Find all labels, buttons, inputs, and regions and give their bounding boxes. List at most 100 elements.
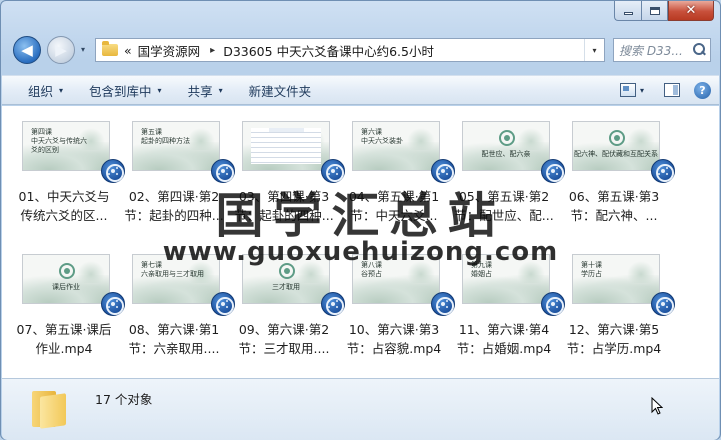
media-player-icon bbox=[541, 292, 565, 316]
course-logo-icon bbox=[59, 263, 75, 279]
mouse-cursor-icon bbox=[651, 397, 663, 415]
organize-button[interactable]: 组织 ▾ bbox=[2, 81, 76, 100]
breadcrumb-item[interactable]: D33605 中天六爻备课中心约6.5小时 bbox=[223, 41, 434, 60]
back-button[interactable]: ◀ bbox=[13, 36, 41, 64]
thumbnail-text: 第六课 中天六爻装卦 bbox=[361, 128, 403, 145]
search-box[interactable]: 搜索 D33... bbox=[613, 38, 711, 62]
thumbnail-text: 第十课 学历占 bbox=[581, 261, 602, 278]
file-item[interactable]: 第六课 中天六爻装卦 04、第五课·第1 节：中天六爻... bbox=[339, 115, 455, 237]
close-icon: ✕ bbox=[685, 3, 697, 18]
file-name: 11、第六课·第4 节：占婚姻.mp4 bbox=[456, 322, 552, 356]
video-thumbnail: 第九课 婚姻占 bbox=[462, 248, 565, 316]
breadcrumb-overflow[interactable]: « bbox=[124, 43, 132, 58]
view-options-dropdown[interactable]: ▾ bbox=[640, 86, 644, 95]
minimize-icon bbox=[623, 12, 633, 15]
video-thumbnail bbox=[242, 115, 345, 183]
caption-buttons: ✕ bbox=[614, 1, 714, 21]
include-in-library-button[interactable]: 包含到库中 ▾ bbox=[76, 81, 175, 100]
media-player-icon bbox=[321, 159, 345, 183]
file-name: 02、第四课·第2 节：起卦的四种... bbox=[124, 189, 224, 223]
chevron-down-icon: ▾ bbox=[157, 85, 162, 95]
file-item[interactable]: 配世应、配六亲 05、第五课·第2 节：配世应、配... bbox=[449, 115, 565, 237]
media-player-icon bbox=[651, 159, 675, 183]
media-player-icon bbox=[431, 292, 455, 316]
thumbnail-frame: 配世应、配六亲 bbox=[462, 121, 550, 171]
file-item[interactable]: 第八课 谷预占 10、第六课·第3 节：占容貌.mp4 bbox=[339, 248, 455, 370]
file-item[interactable]: 三才取用 09、第六课·第2 节：三才取用.... bbox=[229, 248, 345, 370]
details-pane: 17 个对象 bbox=[2, 378, 719, 440]
breadcrumb-separator[interactable]: ▸ bbox=[210, 45, 215, 56]
chevron-down-icon: ▾ bbox=[218, 85, 223, 95]
breadcrumb-item[interactable]: 国学资源网 bbox=[138, 41, 201, 60]
video-thumbnail: 第六课 中天六爻装卦 bbox=[352, 115, 455, 183]
thumbnail-text: 配世应、配六亲 bbox=[481, 150, 531, 158]
media-player-icon bbox=[651, 292, 675, 316]
command-bar: 组织 ▾ 包含到库中 ▾ 共享 ▾ 新建文件夹 ▾ ? bbox=[2, 75, 719, 105]
back-arrow-icon: ◀ bbox=[21, 41, 33, 59]
thumbnail-frame: 第八课 谷预占 bbox=[352, 254, 440, 304]
help-icon[interactable]: ? bbox=[694, 81, 711, 99]
thumbnail-frame: 配六神、配伏藏和互配关系 bbox=[572, 121, 660, 171]
file-item[interactable]: 第四课 中天六爻与传统六 爻的区别 01、中天六爻与 传统六爻的区... bbox=[9, 115, 125, 237]
new-folder-button[interactable]: 新建文件夹 bbox=[236, 81, 325, 100]
file-item[interactable]: 配六神、配伏藏和互配关系 06、第五课·第3 节：配六神、... bbox=[559, 115, 675, 237]
file-item[interactable]: 第七课 六亲取用与三才取用 08、第六课·第1 节：六亲取用.... bbox=[119, 248, 235, 370]
video-thumbnail: 三才取用 bbox=[242, 248, 345, 316]
thumbnail-frame bbox=[242, 121, 330, 171]
file-name: 06、第五课·第3 节：配六神、... bbox=[568, 189, 660, 223]
preview-pane-icon[interactable] bbox=[664, 83, 680, 97]
file-item[interactable]: 第九课 婚姻占 11、第六课·第4 节：占婚姻.mp4 bbox=[449, 248, 565, 370]
file-name: 01、中天六爻与 传统六爻的区... bbox=[18, 189, 110, 223]
folder-icon bbox=[102, 41, 118, 56]
include-library-label: 包含到库中 bbox=[89, 83, 152, 99]
file-item[interactable]: 课后作业 07、第五课·课后 作业.mp4 bbox=[9, 248, 125, 370]
maximize-button[interactable] bbox=[641, 1, 668, 21]
thumbnail-frame: 第九课 婚姻占 bbox=[462, 254, 550, 304]
maximize-icon bbox=[649, 6, 660, 15]
file-name: 12、第六课·第5 节：占学历.mp4 bbox=[566, 322, 662, 356]
minimize-button[interactable] bbox=[614, 1, 641, 21]
course-logo-icon bbox=[499, 130, 515, 146]
explorer-window: ✕ ◀ ▶ ▾ « 国学资源网 ▸ D33605 中天六爻备课中心约6.5小时 … bbox=[0, 0, 721, 440]
file-list[interactable]: 第四课 中天六爻与传统六 爻的区别 01、中天六爻与 传统六爻的区... 第五课 起… bbox=[2, 106, 719, 378]
change-view-icon[interactable] bbox=[619, 83, 636, 97]
file-item[interactable]: 03、第四课·第3 节：起卦的四种... bbox=[229, 115, 345, 237]
chevron-down-icon: ▾ bbox=[59, 85, 64, 95]
file-name: 04、第五课·第1 节：中天六爻... bbox=[348, 189, 440, 223]
thumbnail-text: 第七课 六亲取用与三才取用 bbox=[141, 261, 204, 278]
address-dropdown[interactable]: ▾ bbox=[584, 39, 604, 61]
thumbnail-frame: 第七课 六亲取用与三才取用 bbox=[132, 254, 220, 304]
address-bar[interactable]: « 国学资源网 ▸ D33605 中天六爻备课中心约6.5小时 ▾ bbox=[95, 38, 605, 62]
share-label: 共享 bbox=[187, 83, 213, 99]
media-player-icon bbox=[211, 292, 235, 316]
forward-button[interactable]: ▶ bbox=[47, 36, 75, 64]
video-thumbnail: 第十课 学历占 bbox=[572, 248, 675, 316]
thumbnail-frame: 课后作业 bbox=[22, 254, 110, 304]
forward-arrow-icon: ▶ bbox=[55, 41, 67, 59]
recent-pages-button[interactable]: ▾ bbox=[81, 45, 85, 54]
video-thumbnail: 配六神、配伏藏和互配关系 bbox=[572, 115, 675, 183]
navigation-bar: ◀ ▶ ▾ « 国学资源网 ▸ D33605 中天六爻备课中心约6.5小时 ▾ … bbox=[9, 33, 712, 67]
thumbnail-frame: 三才取用 bbox=[242, 254, 330, 304]
document-preview bbox=[251, 128, 321, 164]
thumbnail-text: 第八课 谷预占 bbox=[361, 261, 382, 278]
thumbnail-text: 第四课 中天六爻与传统六 爻的区别 bbox=[31, 128, 87, 154]
share-button[interactable]: 共享 ▾ bbox=[175, 81, 236, 100]
media-player-icon bbox=[101, 292, 125, 316]
video-thumbnail: 第七课 六亲取用与三才取用 bbox=[132, 248, 235, 316]
file-name: 10、第六课·第3 节：占容貌.mp4 bbox=[346, 322, 442, 356]
close-button[interactable]: ✕ bbox=[668, 1, 714, 21]
search-icon[interactable] bbox=[691, 42, 707, 58]
media-player-icon bbox=[101, 159, 125, 183]
media-player-icon bbox=[211, 159, 235, 183]
folder-icon bbox=[32, 389, 72, 429]
video-thumbnail: 第四课 中天六爻与传统六 爻的区别 bbox=[22, 115, 125, 183]
file-item[interactable]: 第十课 学历占 12、第六课·第5 节：占学历.mp4 bbox=[559, 248, 675, 370]
file-item[interactable]: 第五课 起卦的四种方法 02、第四课·第2 节：起卦的四种... bbox=[119, 115, 235, 237]
thumbnail-frame: 第五课 起卦的四种方法 bbox=[132, 121, 220, 171]
media-player-icon bbox=[321, 292, 345, 316]
search-input[interactable]: 搜索 D33... bbox=[619, 42, 691, 59]
video-thumbnail: 配世应、配六亲 bbox=[462, 115, 565, 183]
new-folder-label: 新建文件夹 bbox=[248, 83, 312, 99]
file-name: 05、第五课·第2 节：配世应、配... bbox=[454, 189, 554, 223]
